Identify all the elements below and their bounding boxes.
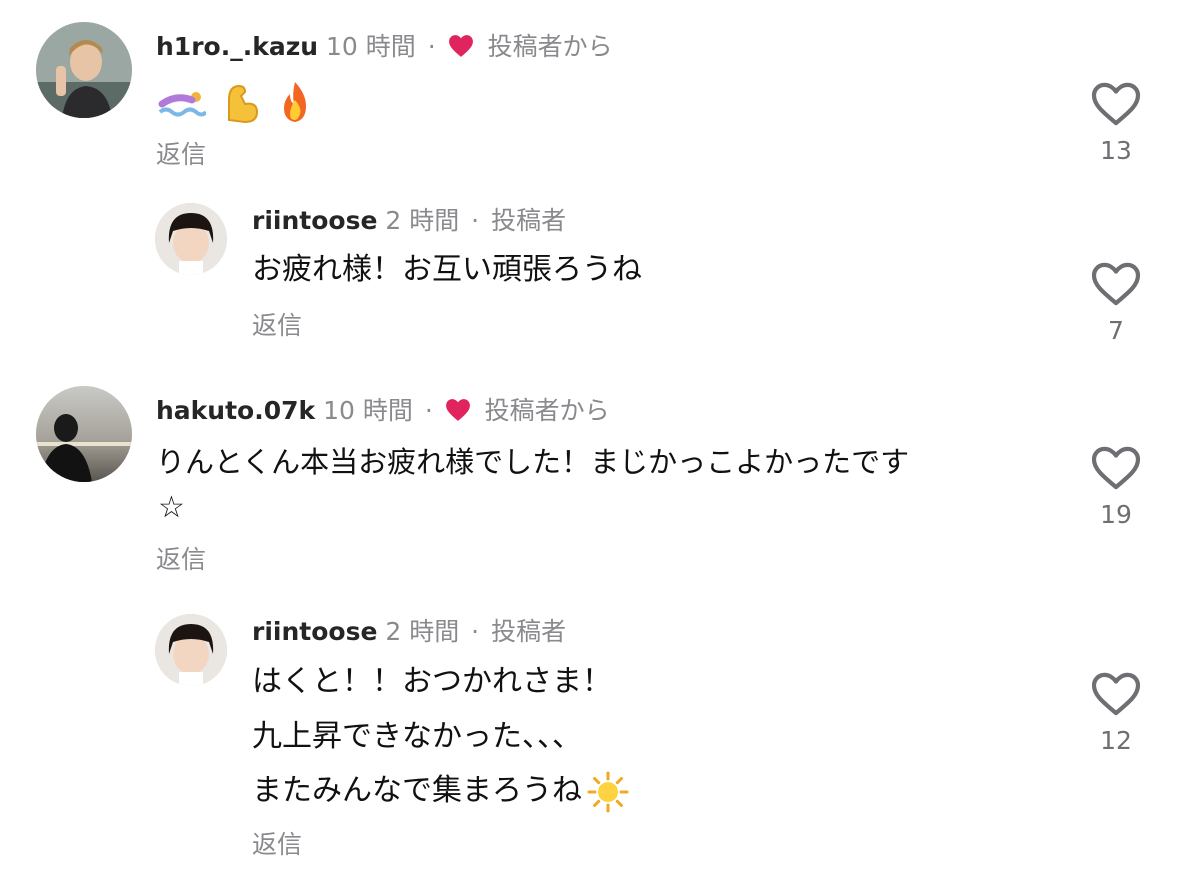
reply-button[interactable]: 返信 [156,138,206,172]
timestamp: 10 時間 [326,32,416,61]
separator: · [471,206,480,235]
avatar[interactable] [36,386,132,482]
avatar-image [36,386,132,482]
timestamp: 2 時間 [385,617,460,646]
timestamp: 2 時間 [385,206,460,235]
reply-button[interactable]: 返信 [252,828,302,862]
avatar[interactable] [155,614,227,686]
heart-outline-icon [1091,672,1141,716]
like-button[interactable]: 13 [1086,82,1146,168]
separator: · [424,396,433,425]
separator: · [471,617,480,646]
author-tag: 投稿者から [484,396,610,425]
username[interactable]: riintoose [252,617,377,646]
heart-filled-icon [448,35,473,57]
comment-meta: riintoose 2 時間 · 投稿者 [252,204,566,238]
reply-button[interactable]: 返信 [156,543,206,577]
heart-outline-icon [1091,82,1141,126]
like-count: 19 [1100,500,1132,529]
separator: · [427,32,436,61]
comment-text-line-1: りんとくん本当お疲れ様でした！まじかっこよかったです [156,445,910,479]
comment-meta: hakuto.07k 10 時間 · 投稿者から [156,394,610,428]
heart-filled-icon [445,399,470,421]
avatar-image [155,614,227,686]
author-tag: 投稿者から [487,32,613,61]
comment-text-line-2: 九上昇できなかった、、、 [252,719,582,754]
like-button[interactable]: 7 [1086,262,1146,348]
comment-text-line-1: はくと！！おつかれさま！ [252,664,612,699]
username[interactable]: hakuto.07k [156,396,315,425]
author-tag: 投稿者 [491,617,567,646]
like-count: 12 [1100,726,1132,755]
like-count: 13 [1100,136,1132,165]
author-tag: 投稿者 [491,206,567,235]
avatar[interactable] [36,22,132,118]
comment-meta: h1ro._.kazu 10 時間 · 投稿者から [156,30,613,64]
avatar-image [155,203,227,275]
heart-outline-icon [1091,446,1141,490]
username[interactable]: riintoose [252,206,377,235]
comment-text-line-2: ☆ [158,490,185,525]
like-button[interactable]: 12 [1086,672,1146,758]
comment-text-line-3: またみんなで集まろうね [252,763,630,819]
like-count: 7 [1108,316,1124,345]
avatar-image [36,22,132,118]
timestamp: 10 時間 [323,396,413,425]
username[interactable]: h1ro._.kazu [156,32,318,61]
avatar[interactable] [155,203,227,275]
emoji-row [158,80,324,126]
reply-button[interactable]: 返信 [252,309,302,343]
comment-text: お疲れ様！お互い頑張ろうね [252,252,642,287]
like-button[interactable]: 19 [1086,446,1146,532]
comment-meta: riintoose 2 時間 · 投稿者 [252,615,566,649]
comment-text: またみんなで集まろうね [252,773,582,808]
flexed-biceps-emoji [228,84,259,124]
fire-emoji [284,82,307,122]
sun-emoji [587,771,629,812]
heart-outline-icon [1091,262,1141,306]
swimmer-emoji [158,92,206,117]
